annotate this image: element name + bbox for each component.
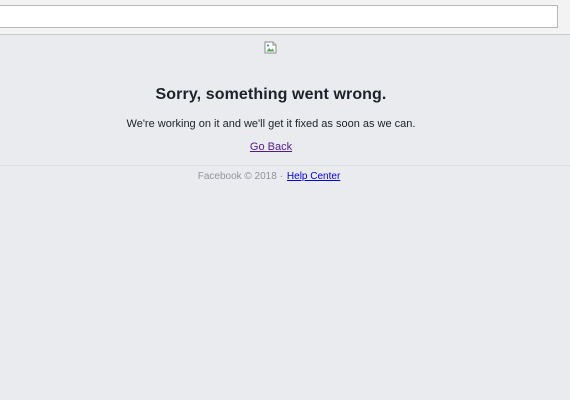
error-message: We're working on it and we'll get it fix…	[126, 118, 416, 130]
help-center-link[interactable]: Help Center	[287, 171, 340, 182]
error-title: Sorry, something went wrong.	[155, 86, 387, 103]
broken-image-icon	[264, 41, 277, 54]
browser-chrome	[0, 0, 570, 35]
copyright-text: Facebook © 2018 ·	[197, 171, 283, 182]
address-bar[interactable]	[0, 5, 558, 28]
divider	[0, 165, 570, 166]
go-back-link[interactable]: Go Back	[250, 141, 292, 153]
go-back-container: Go Back	[0, 141, 542, 153]
footer: Facebook © 2018 · Help Center	[0, 171, 538, 182]
error-page: Sorry, something went wrong. We're worki…	[0, 35, 570, 400]
